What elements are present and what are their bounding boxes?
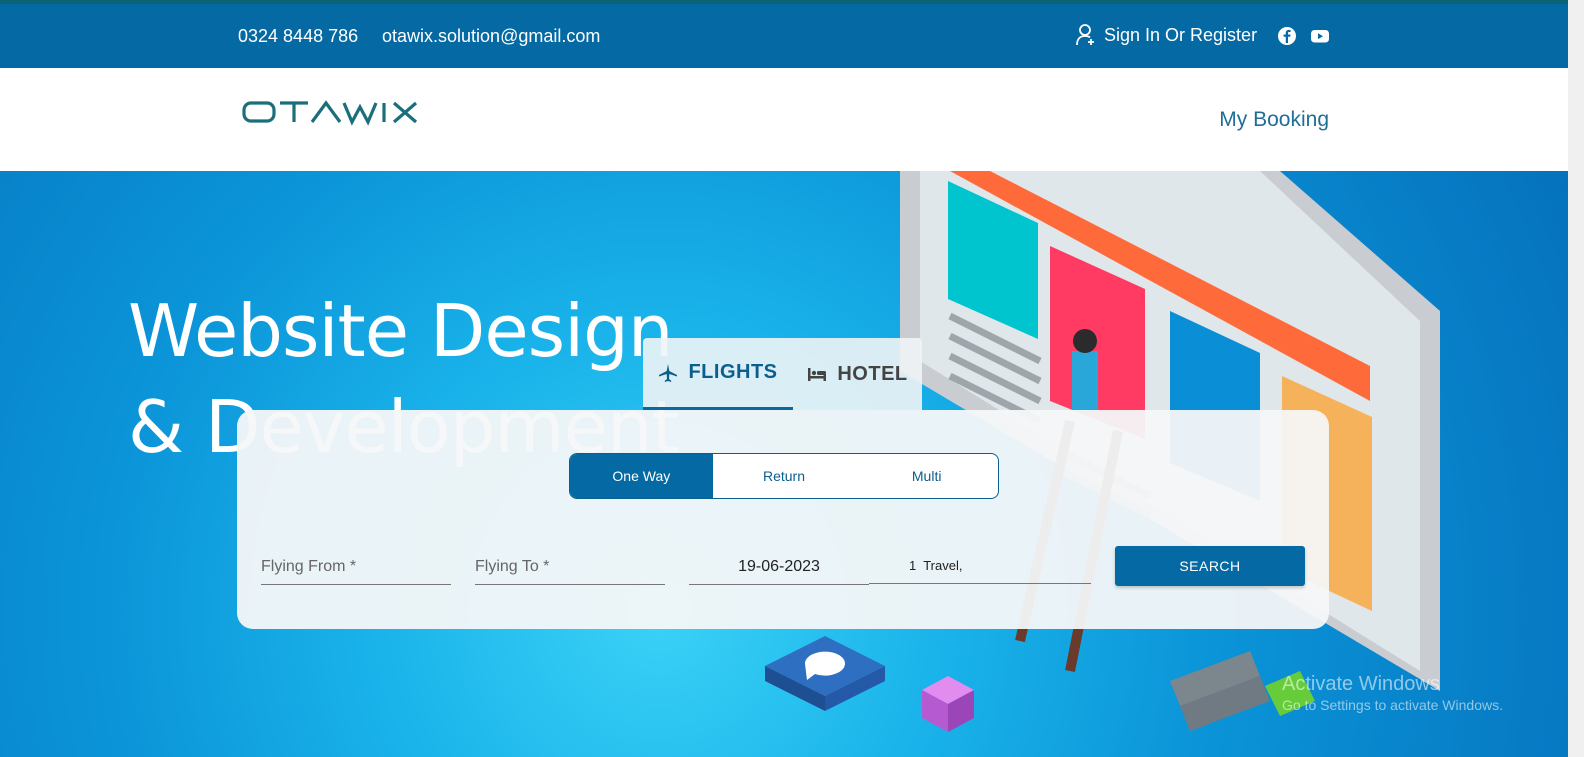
- main-header: My Booking: [0, 68, 1568, 171]
- airplane-icon: [659, 363, 678, 382]
- travellers-field[interactable]: 1 Travel,: [869, 550, 1091, 584]
- page-scrollbar[interactable]: [1568, 0, 1584, 757]
- chat-cube-illustration: [765, 636, 885, 711]
- contact-phone[interactable]: 0324 8448 786: [238, 26, 358, 47]
- hero-title-line-1: Website Design: [128, 289, 673, 373]
- trip-type-selector: One Way Return Multi: [569, 453, 999, 499]
- flying-to-field[interactable]: Flying To *: [475, 550, 665, 585]
- contact-email[interactable]: otawix.solution@gmail.com: [382, 26, 600, 47]
- search-type-tabs: FLIGHTS HOTEL: [643, 338, 922, 410]
- flying-to-placeholder: Flying To *: [475, 558, 550, 575]
- departure-date-value: 19-06-2023: [738, 558, 820, 575]
- tab-flights-label: FLIGHTS: [688, 361, 778, 383]
- bed-icon: [808, 368, 827, 381]
- otawix-logo[interactable]: [242, 98, 438, 126]
- purple-cube-illustration: [922, 676, 974, 732]
- tab-hotel-label: HOTEL: [837, 362, 908, 385]
- sign-in-register-link[interactable]: Sign In Or Register: [1076, 24, 1257, 46]
- search-button[interactable]: SEARCH: [1115, 546, 1305, 586]
- user-icon: [1076, 24, 1094, 46]
- sign-in-label: Sign In Or Register: [1104, 24, 1258, 45]
- flying-from-placeholder: Flying From *: [261, 558, 357, 575]
- windows-activation-title: Activate Windows: [1282, 673, 1440, 695]
- youtube-icon[interactable]: [1310, 26, 1330, 46]
- trip-type-return[interactable]: Return: [713, 454, 856, 498]
- top-bar: 0324 8448 786 otawix.solution@gmail.com …: [0, 4, 1568, 68]
- windows-activation-subtitle: Go to Settings to activate Windows.: [1282, 697, 1503, 713]
- my-booking-link[interactable]: My Booking: [1219, 108, 1329, 132]
- facebook-icon[interactable]: [1277, 26, 1297, 46]
- tab-flights[interactable]: FLIGHTS: [643, 338, 793, 410]
- trip-type-multi[interactable]: Multi: [855, 454, 998, 498]
- travellers-value: 1 Travel,: [909, 558, 963, 573]
- flying-from-field[interactable]: Flying From *: [261, 550, 451, 585]
- trip-type-one-way[interactable]: One Way: [570, 454, 713, 498]
- flight-search-panel: One Way Return Multi Flying From * Flyin…: [237, 410, 1329, 629]
- tab-hotel[interactable]: HOTEL: [793, 338, 922, 410]
- departure-date-field[interactable]: 19-06-2023: [689, 550, 869, 585]
